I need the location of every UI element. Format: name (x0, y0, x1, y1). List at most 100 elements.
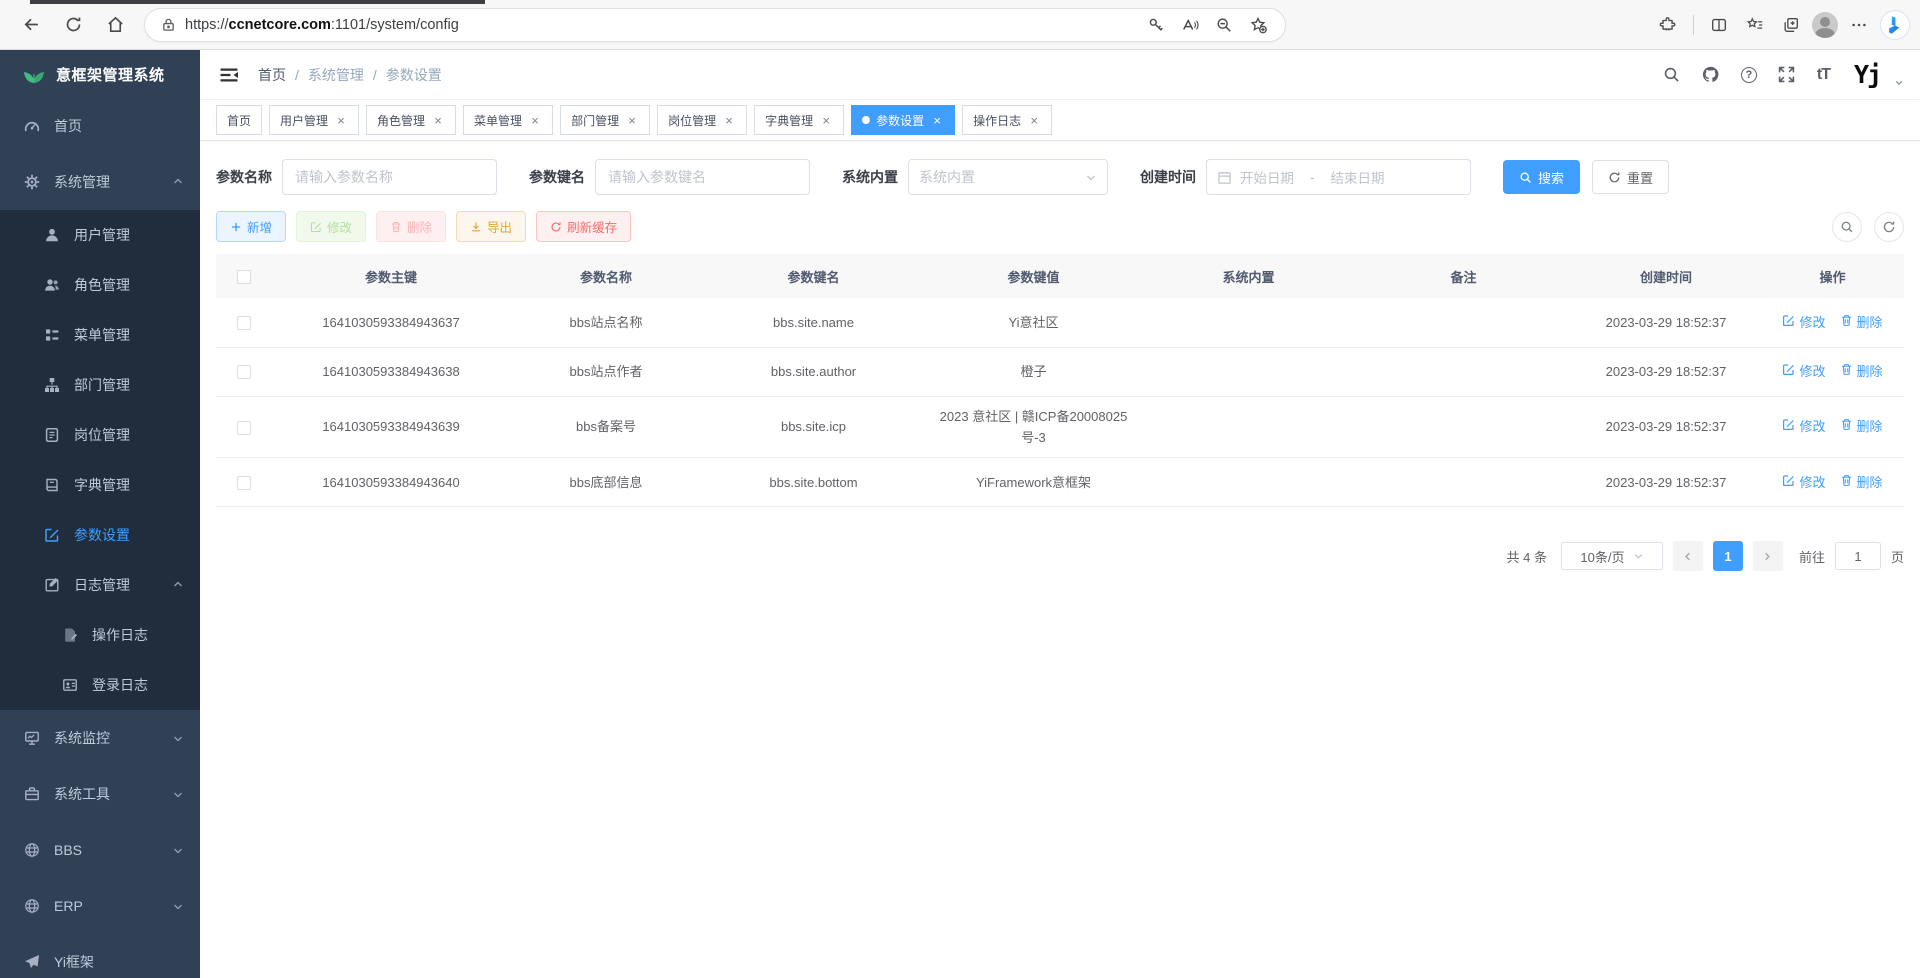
tab-op-log[interactable]: 操作日志× (962, 105, 1052, 135)
row-delete-link[interactable]: 删除 (1840, 312, 1883, 333)
row-edit-link[interactable]: 修改 (1782, 472, 1825, 493)
param-key-input[interactable] (595, 159, 810, 195)
github-icon[interactable] (1702, 66, 1720, 84)
help-icon[interactable]: ? (1741, 67, 1757, 83)
font-size-icon[interactable]: tT (1817, 66, 1830, 84)
sidebar-item-dept-management[interactable]: 部门管理 (0, 360, 200, 410)
leaf-logo-icon (22, 62, 46, 86)
tab-dept-mgmt[interactable]: 部门管理× (560, 105, 650, 135)
breadcrumb-system[interactable]: 系统管理 (308, 65, 364, 85)
sidebar-item-system-management[interactable]: 系统管理 (0, 154, 200, 210)
next-page-button[interactable] (1753, 541, 1783, 571)
user-avatar[interactable]: Yj (1851, 59, 1883, 91)
goto-page-input[interactable] (1835, 542, 1881, 570)
browser-menu-ellipsis-icon[interactable] (1844, 10, 1874, 40)
sidebar-item-operation-log[interactable]: 操作日志 (0, 610, 200, 660)
current-page-button[interactable]: 1 (1713, 541, 1743, 571)
app-logo[interactable]: 意框架管理系统 (0, 50, 200, 98)
read-aloud-icon[interactable] (1175, 10, 1205, 40)
prev-page-button[interactable] (1673, 541, 1703, 571)
breadcrumb-home[interactable]: 首页 (258, 65, 286, 85)
favorites-bar-icon[interactable] (1740, 10, 1770, 40)
sidebar-item-erp[interactable]: ERP (0, 878, 200, 934)
sidebar-fold-icon[interactable] (216, 62, 242, 88)
sidebar-item-dict-management[interactable]: 字典管理 (0, 460, 200, 510)
add-button[interactable]: 新增 (216, 211, 286, 242)
page-size-select[interactable]: 10条/页 (1561, 542, 1663, 570)
row-edit-link[interactable]: 修改 (1782, 416, 1825, 437)
tab-user-mgmt[interactable]: 用户管理× (269, 105, 359, 135)
edit-button[interactable]: 修改 (296, 211, 366, 242)
browser-back-icon[interactable] (10, 6, 52, 44)
tab-dict-mgmt[interactable]: 字典管理× (754, 105, 844, 135)
zoom-out-icon[interactable] (1209, 10, 1239, 40)
row-checkbox[interactable] (237, 365, 251, 379)
sidebar-item-menu-management[interactable]: 菜单管理 (0, 310, 200, 360)
split-screen-icon[interactable] (1704, 10, 1734, 40)
date-range-picker[interactable]: 开始日期 - 结束日期 (1206, 159, 1471, 195)
select-all-checkbox[interactable] (237, 270, 251, 284)
row-checkbox[interactable] (237, 316, 251, 330)
cell-param-name: bbs站点名称 (511, 298, 701, 347)
favorite-add-icon[interactable] (1243, 10, 1273, 40)
refresh-cache-button[interactable]: 刷新缓存 (536, 211, 631, 242)
refresh-table-button[interactable] (1874, 212, 1904, 242)
sidebar-item-system-tools[interactable]: 系统工具 (0, 766, 200, 822)
bing-copilot-icon[interactable] (1880, 10, 1910, 40)
param-name-input[interactable] (282, 159, 497, 195)
sidebar-item-post-management[interactable]: 岗位管理 (0, 410, 200, 460)
sidebar-item-label: 系统监控 (54, 728, 172, 748)
sidebar-item-user-management[interactable]: 用户管理 (0, 210, 200, 260)
close-icon[interactable]: × (930, 113, 944, 127)
tab-home[interactable]: 首页 (216, 105, 262, 135)
row-edit-link[interactable]: 修改 (1782, 312, 1825, 333)
close-icon[interactable]: × (528, 113, 542, 127)
reset-button[interactable]: 重置 (1592, 160, 1669, 194)
tab-param-config[interactable]: 参数设置× (851, 105, 955, 135)
cell-param-id: 1641030593384943638 (271, 347, 511, 396)
search-button[interactable]: 搜索 (1503, 160, 1580, 194)
header-search-icon[interactable] (1663, 66, 1681, 84)
tab-menu-mgmt[interactable]: 菜单管理× (463, 105, 553, 135)
row-delete-link-label: 删除 (1857, 361, 1883, 382)
row-delete-link[interactable]: 删除 (1840, 416, 1883, 437)
delete-button[interactable]: 删除 (376, 211, 446, 242)
row-delete-link[interactable]: 删除 (1840, 472, 1883, 493)
cell-remark (1356, 298, 1571, 347)
row-delete-link[interactable]: 删除 (1840, 361, 1883, 382)
close-icon[interactable]: × (625, 113, 639, 127)
row-checkbox[interactable] (237, 421, 251, 435)
browser-refresh-icon[interactable] (52, 6, 94, 44)
sidebar-item-bbs[interactable]: BBS (0, 822, 200, 878)
sidebar-item-param-config[interactable]: 参数设置 (0, 510, 200, 560)
sidebar-item-yi-framework[interactable]: Yi框架 (0, 934, 200, 978)
sidebar-item-role-management[interactable]: 角色管理 (0, 260, 200, 310)
sidebar-item-home[interactable]: 首页 (0, 98, 200, 154)
gear-icon (24, 174, 40, 190)
address-bar[interactable]: https://ccnetcore.com:1101/system/config (144, 8, 1286, 42)
row-checkbox[interactable] (237, 476, 251, 490)
sidebar-item-login-log[interactable]: 登录日志 (0, 660, 200, 710)
row-edit-link[interactable]: 修改 (1782, 361, 1825, 382)
sidebar-item-system-monitor[interactable]: 系统监控 (0, 710, 200, 766)
close-icon[interactable]: × (722, 113, 736, 127)
tab-role-mgmt[interactable]: 角色管理× (366, 105, 456, 135)
cell-param-value: YiFramework意框架 (926, 458, 1141, 507)
password-key-icon[interactable] (1141, 10, 1171, 40)
browser-home-icon[interactable] (94, 6, 136, 44)
close-icon[interactable]: × (334, 113, 348, 127)
extensions-icon[interactable] (1653, 10, 1683, 40)
collections-icon[interactable] (1776, 10, 1806, 40)
export-button[interactable]: 导出 (456, 211, 526, 242)
browser-profile-avatar[interactable] (1812, 12, 1838, 38)
avatar-caret-icon[interactable] (1894, 75, 1904, 85)
toggle-search-button[interactable] (1832, 212, 1862, 242)
close-icon[interactable]: × (431, 113, 445, 127)
fullscreen-icon[interactable] (1778, 66, 1796, 84)
sidebar-item-log-management[interactable]: 日志管理 (0, 560, 200, 610)
builtin-select[interactable]: 系统内置 (908, 159, 1108, 195)
close-icon[interactable]: × (1027, 113, 1041, 127)
cell-remark (1356, 347, 1571, 396)
close-icon[interactable]: × (819, 113, 833, 127)
tab-post-mgmt[interactable]: 岗位管理× (657, 105, 747, 135)
